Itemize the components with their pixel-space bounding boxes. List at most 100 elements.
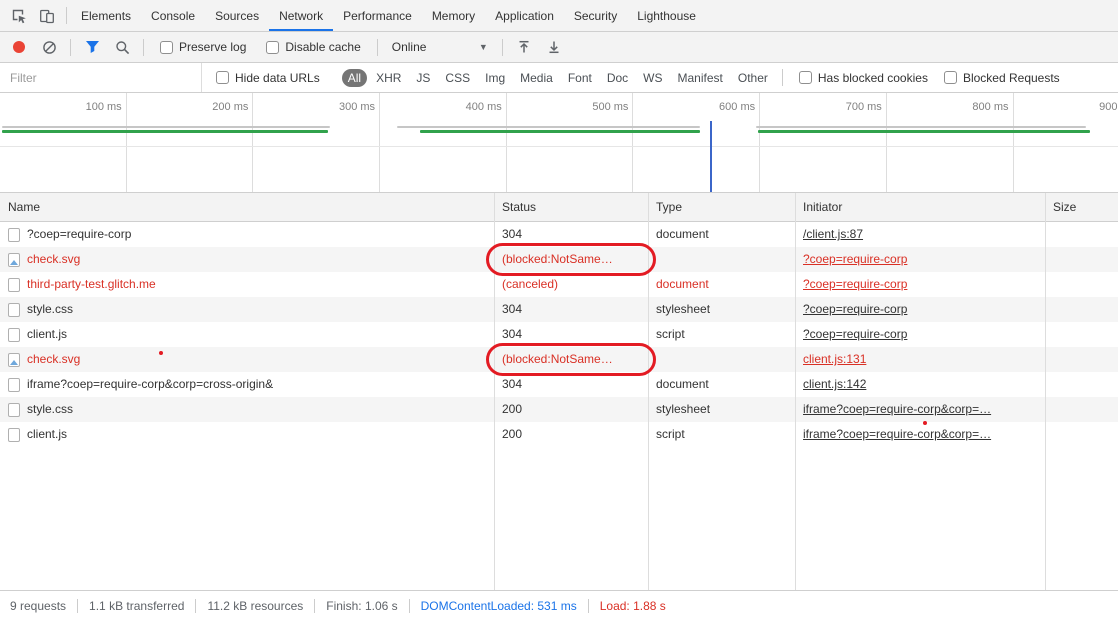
- disable-cache-checkbox[interactable]: Disable cache: [266, 40, 360, 54]
- table-row[interactable]: ?coep=require-corp304document/client.js:…: [0, 222, 1118, 247]
- ruler-label: 100 ms: [0, 93, 127, 121]
- initiator-link[interactable]: /client.js:87: [803, 227, 863, 241]
- initiator-link[interactable]: client.js:131: [803, 352, 866, 366]
- throttling-select[interactable]: Online ▼: [392, 40, 488, 54]
- filter-input[interactable]: [8, 70, 188, 86]
- initiator-link[interactable]: ?coep=require-corp: [803, 302, 907, 316]
- divider: [377, 39, 378, 56]
- tab-sources[interactable]: Sources: [205, 0, 269, 31]
- table-row[interactable]: check.svg(blocked:NotSame…client.js:131: [0, 347, 1118, 372]
- filter-toggle-icon[interactable]: [79, 34, 105, 60]
- type-filter-css[interactable]: CSS: [439, 69, 476, 87]
- tab-elements[interactable]: Elements: [71, 0, 141, 31]
- status-cell: 200: [494, 397, 648, 422]
- record-icon: [13, 41, 25, 53]
- status-item: 11.2 kB resources: [195, 599, 314, 613]
- type-filter-ws[interactable]: WS: [637, 69, 668, 87]
- ruler-label: 600 ms: [633, 93, 760, 121]
- device-toolbar-icon[interactable]: [34, 3, 60, 29]
- waterfall-bar: [2, 130, 328, 133]
- blocked-requests-checkbox[interactable]: Blocked Requests: [944, 71, 1060, 85]
- type-filter-all[interactable]: All: [342, 69, 367, 87]
- ruler-label: 300 ms: [253, 93, 380, 121]
- request-name: style.css: [27, 297, 73, 322]
- status-item: DOMContentLoaded: 531 ms: [409, 599, 588, 613]
- tab-network[interactable]: Network: [269, 0, 333, 31]
- tab-application[interactable]: Application: [485, 0, 564, 31]
- checkbox-icon[interactable]: [160, 41, 173, 54]
- ruler-label: 700 ms: [760, 93, 887, 121]
- export-har-icon[interactable]: [541, 34, 567, 60]
- column-divider[interactable]: [494, 193, 495, 590]
- checkbox-icon[interactable]: [944, 71, 957, 84]
- initiator-cell: client.js:131: [795, 347, 1045, 372]
- column-header-size[interactable]: Size: [1045, 193, 1118, 221]
- type-cell: document: [648, 272, 795, 297]
- tab-memory[interactable]: Memory: [422, 0, 485, 31]
- waterfall-bar: [756, 126, 1086, 128]
- chevron-down-icon: ▼: [479, 42, 488, 52]
- timeline-overview[interactable]: 100 ms200 ms300 ms400 ms500 ms600 ms700 …: [0, 93, 1118, 193]
- request-name: check.svg: [27, 247, 80, 272]
- status-cell: (canceled): [494, 272, 648, 297]
- table-row[interactable]: style.css200stylesheetiframe?coep=requir…: [0, 397, 1118, 422]
- type-filter-manifest[interactable]: Manifest: [672, 69, 729, 87]
- column-header-initiator[interactable]: Initiator: [795, 193, 1045, 221]
- column-divider[interactable]: [795, 193, 796, 590]
- preserve-log-checkbox[interactable]: Preserve log: [160, 40, 246, 54]
- size-cell: [1045, 347, 1118, 372]
- column-header-type[interactable]: Type: [648, 193, 795, 221]
- column-header-name[interactable]: Name: [0, 193, 494, 221]
- tab-security[interactable]: Security: [564, 0, 627, 31]
- import-har-icon[interactable]: [511, 34, 537, 60]
- checkbox-icon[interactable]: [266, 41, 279, 54]
- type-cell: [648, 347, 795, 372]
- request-name: third-party-test.glitch.me: [27, 272, 156, 297]
- document-icon: [8, 303, 20, 317]
- initiator-link[interactable]: iframe?coep=require-corp&corp=…: [803, 427, 991, 441]
- type-filter-js[interactable]: JS: [410, 69, 436, 87]
- record-button[interactable]: [6, 34, 32, 60]
- name-cell: client.js: [0, 422, 494, 447]
- table-row[interactable]: third-party-test.glitch.me (canceled)docu…: [0, 272, 1118, 297]
- initiator-link[interactable]: ?coep=require-corp: [803, 277, 907, 291]
- name-cell: check.svg: [0, 247, 494, 272]
- table-row[interactable]: check.svg(blocked:NotSame…?coep=require-…: [0, 247, 1118, 272]
- type-filter-xhr[interactable]: XHR: [370, 69, 407, 87]
- hide-data-urls-checkbox[interactable]: Hide data URLs: [216, 71, 320, 85]
- hide-data-urls-label: Hide data URLs: [235, 71, 320, 85]
- devtools-tab-bar: ElementsConsoleSourcesNetworkPerformance…: [0, 0, 1118, 32]
- checkbox-icon[interactable]: [799, 71, 812, 84]
- type-filter-doc[interactable]: Doc: [601, 69, 634, 87]
- name-cell: ?coep=require-corp: [0, 222, 494, 247]
- search-icon[interactable]: [109, 34, 135, 60]
- initiator-link[interactable]: ?coep=require-corp: [803, 252, 907, 266]
- table-row[interactable]: iframe?coep=require-corp&corp=cross-orig…: [0, 372, 1118, 397]
- request-name: ?coep=require-corp: [27, 222, 131, 247]
- type-filter-img[interactable]: Img: [479, 69, 511, 87]
- name-cell: client.js: [0, 322, 494, 347]
- column-divider[interactable]: [648, 193, 649, 590]
- clear-button[interactable]: [36, 34, 62, 60]
- type-filter-media[interactable]: Media: [514, 69, 559, 87]
- inspect-element-icon[interactable]: [6, 3, 32, 29]
- has-blocked-cookies-checkbox[interactable]: Has blocked cookies: [799, 71, 928, 85]
- column-header-status[interactable]: Status: [494, 193, 648, 221]
- initiator-link[interactable]: client.js:142: [803, 377, 866, 391]
- document-icon: [8, 378, 20, 392]
- column-divider[interactable]: [1045, 193, 1046, 590]
- table-row[interactable]: style.css304stylesheet?coep=require-corp: [0, 297, 1118, 322]
- table-row[interactable]: client.js304script?coep=require-corp: [0, 322, 1118, 347]
- name-cell: third-party-test.glitch.me: [0, 272, 494, 297]
- tab-performance[interactable]: Performance: [333, 0, 422, 31]
- image-icon: [8, 353, 20, 367]
- tab-console[interactable]: Console: [141, 0, 205, 31]
- checkbox-icon[interactable]: [216, 71, 229, 84]
- type-filter-font[interactable]: Font: [562, 69, 598, 87]
- initiator-link[interactable]: iframe?coep=require-corp&corp=…: [803, 402, 991, 416]
- tab-lighthouse[interactable]: Lighthouse: [627, 0, 706, 31]
- table-row[interactable]: client.js200scriptiframe?coep=require-co…: [0, 422, 1118, 447]
- initiator-link[interactable]: ?coep=require-corp: [803, 327, 907, 341]
- size-cell: [1045, 322, 1118, 347]
- type-filter-other[interactable]: Other: [732, 69, 774, 87]
